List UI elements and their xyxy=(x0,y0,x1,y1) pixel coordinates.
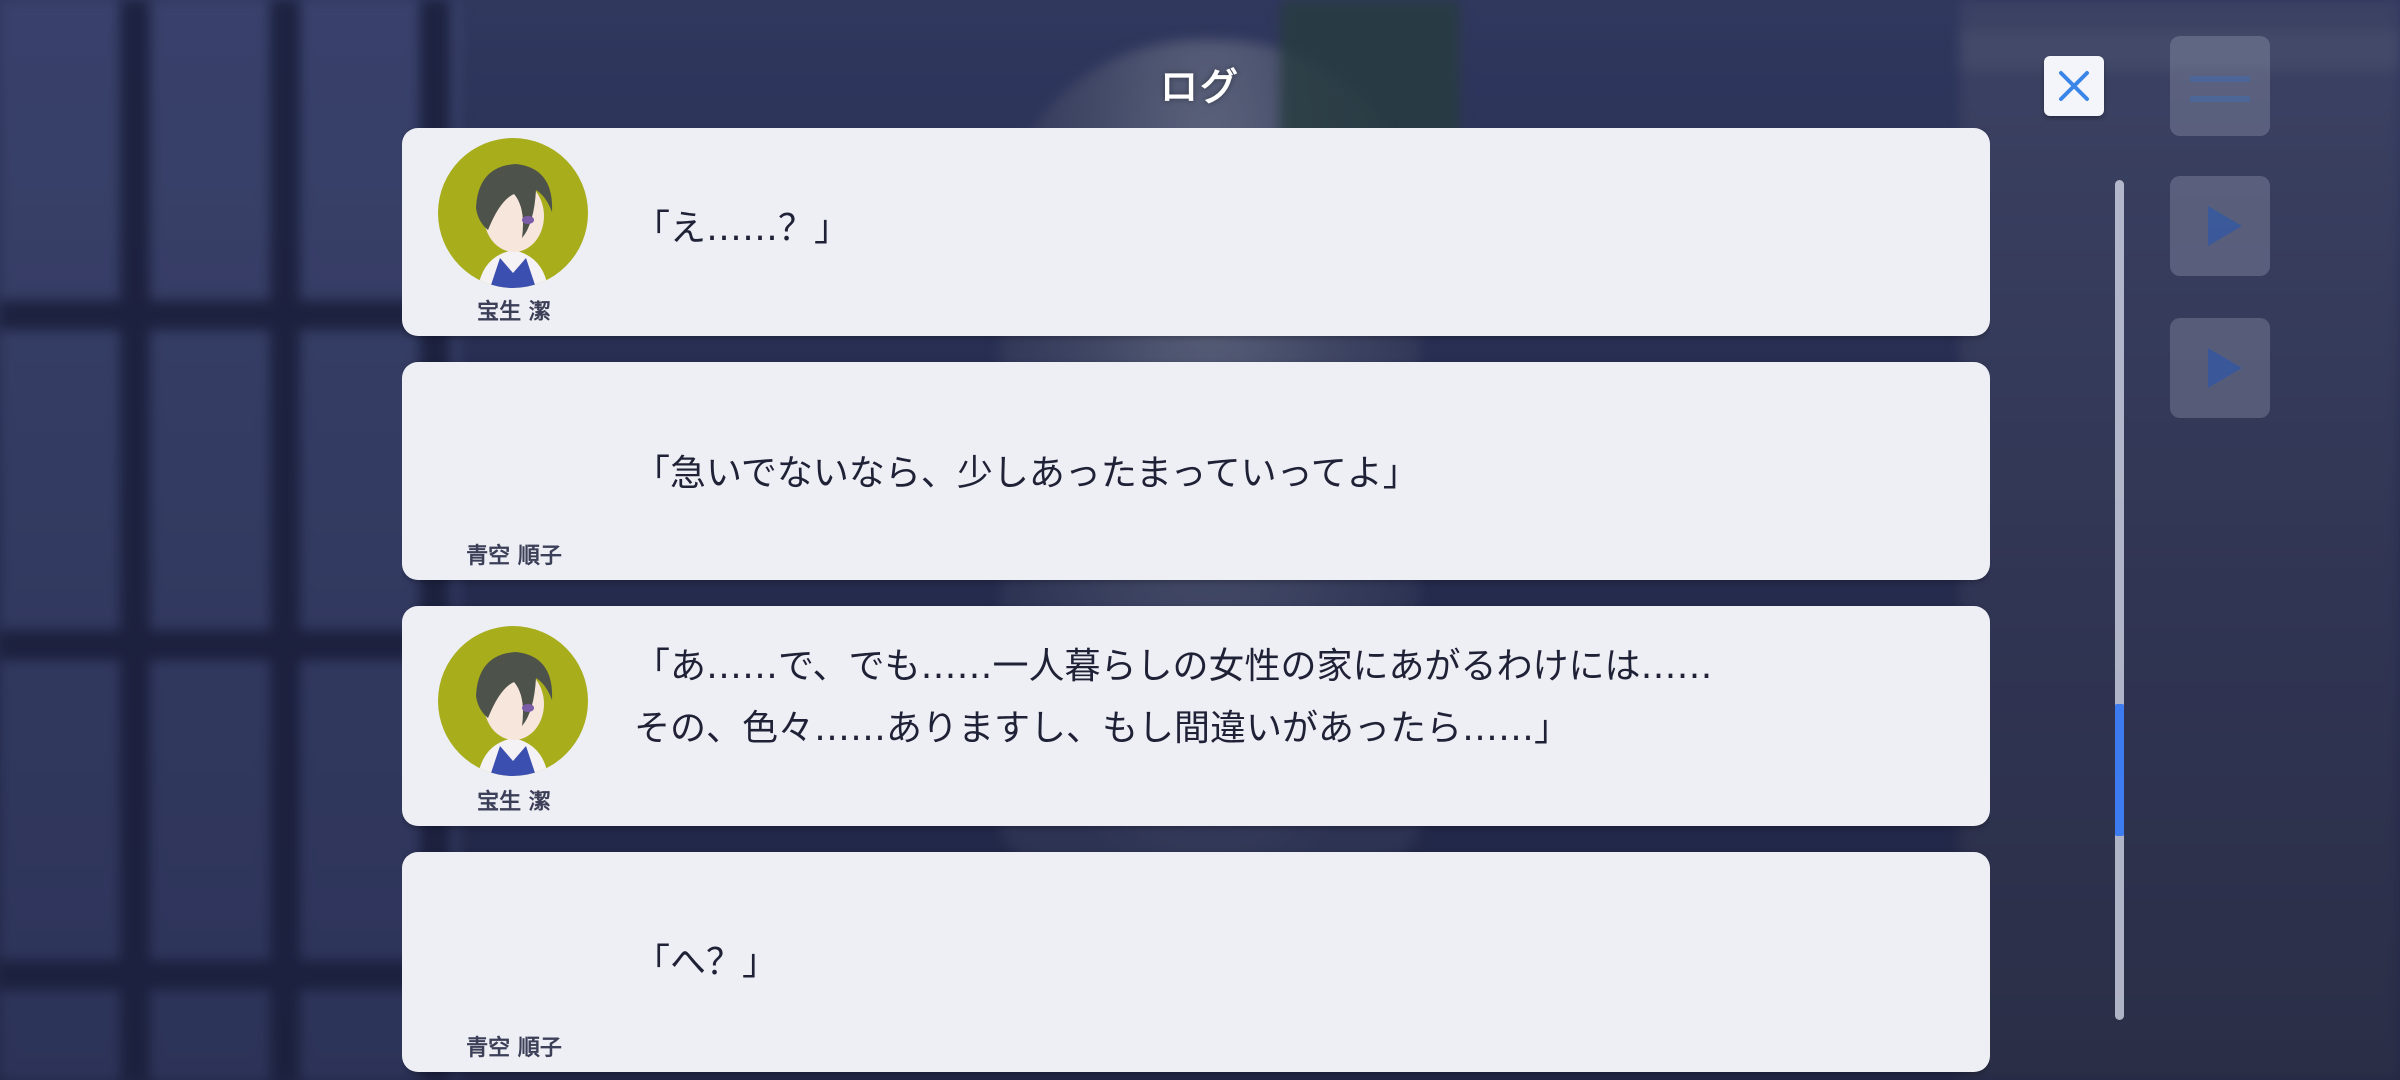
speaker-name: 青空 順子 xyxy=(466,1036,562,1061)
log-title: ログ xyxy=(1159,65,1240,109)
avatar xyxy=(438,626,588,776)
avatar xyxy=(438,138,588,288)
dialogue-text: 「え……？」 xyxy=(634,208,851,249)
log-entry: 青空 順子 「急いでないなら、少しあったまっていってよ」 xyxy=(402,362,1990,580)
close-icon xyxy=(2059,71,2089,101)
dialogue-text: 「急いでないなら、少しあったまっていってよ」 xyxy=(634,453,1419,494)
speaker-name: 宝生 潔 xyxy=(477,300,551,325)
game-screen: ログ 宝生 潔 「え……？」 青空 順子 「急いでないなら、少しあったまっていっ… xyxy=(0,0,2400,1080)
scrollbar[interactable] xyxy=(2115,180,2124,1020)
dialogue-text: 「へ？」 xyxy=(634,942,779,983)
log-entry: 宝生 潔 「え……？」 xyxy=(402,128,1990,336)
close-button[interactable] xyxy=(2044,56,2104,116)
dialogue-text: 「あ……で、でも……一人暮らしの女性の家にあがるわけには…… その、色々……あり… xyxy=(634,646,1713,749)
speaker-name: 宝生 潔 xyxy=(477,790,551,815)
speaker-name: 青空 順子 xyxy=(466,544,562,569)
log-entry: 青空 順子 「へ？」 xyxy=(402,852,1990,1072)
scroll-thumb[interactable] xyxy=(2115,704,2124,836)
log-list[interactable]: 宝生 潔 「え……？」 青空 順子 「急いでないなら、少しあったまっていってよ」… xyxy=(402,128,1990,1080)
character-portrait-icon xyxy=(476,652,553,776)
log-entry: 宝生 潔 「あ……で、でも……一人暮らしの女性の家にあがるわけには…… その、色… xyxy=(402,606,1990,826)
character-portrait-icon xyxy=(476,164,553,288)
